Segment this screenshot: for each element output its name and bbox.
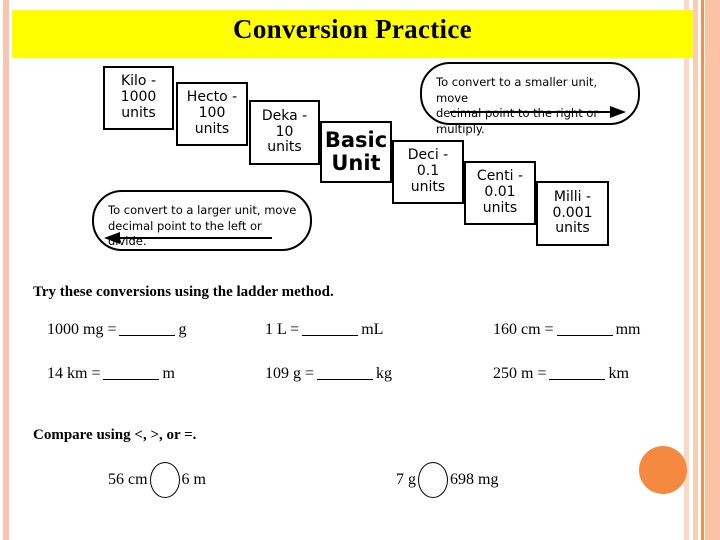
compare-item-2-answer-circle[interactable] — [418, 462, 448, 498]
compare-item-2: 7 g 698 mg — [396, 462, 498, 498]
arrow-right-icon — [450, 106, 626, 118]
ladder-step-kilo: Kilo - 1000 units — [103, 66, 174, 130]
conversion-problem-2: 1 L = mL — [265, 321, 383, 339]
conversion-problem-5: 109 g = kg — [265, 365, 392, 383]
compare-item-2-right: 698 mg — [450, 471, 499, 488]
compare-item-1: 56 cm 6 m — [108, 462, 206, 498]
conversion-problem-4-prefix: 14 km = — [47, 365, 101, 382]
slide-canvas: Conversion Practice Kilo - 1000 units He… — [0, 0, 720, 540]
compare-heading: Compare using <, >, or =. — [33, 427, 197, 443]
compare-item-2-left: 7 g — [396, 471, 416, 488]
ladder-step-deci: Deci - 0.1 units — [392, 140, 464, 204]
conversion-problem-1-suffix: g — [178, 321, 187, 338]
compare-item-1-answer-circle[interactable] — [149, 462, 180, 498]
callout-smaller-unit: To convert to a smaller unit, move decim… — [420, 62, 640, 136]
conversion-problem-2-prefix: 1 L = — [265, 321, 300, 338]
conversion-problem-1-blank[interactable] — [119, 335, 176, 336]
conversion-problem-6-prefix: 250 m = — [493, 365, 547, 382]
ladder-step-centi: Centi - 0.01 units — [464, 161, 536, 225]
arrow-left-icon — [104, 232, 272, 244]
conversion-problem-3: 160 cm = mm — [493, 321, 640, 339]
conversion-problem-3-suffix: mm — [615, 321, 641, 338]
metric-ladder-diagram: Kilo - 1000 units Hecto - 100 units Deka… — [0, 0, 720, 270]
conversion-problem-4: 14 km = m — [47, 365, 175, 383]
conversion-problem-6-blank[interactable] — [549, 379, 606, 380]
conversion-problem-5-suffix: kg — [376, 365, 393, 382]
conversion-problem-5-prefix: 109 g = — [265, 365, 315, 382]
conversion-problem-3-prefix: 160 cm = — [493, 321, 554, 338]
conversion-problem-1: 1000 mg = g — [47, 321, 186, 339]
conversion-problem-5-blank[interactable] — [317, 379, 374, 380]
ladder-step-basic-unit: Basic Unit — [320, 121, 392, 183]
ladder-step-deka: Deka - 10 units — [249, 100, 320, 165]
compare-item-1-right: 6 m — [181, 471, 206, 488]
conversion-problem-4-suffix: m — [162, 365, 175, 382]
conversion-problem-3-blank[interactable] — [556, 335, 613, 336]
conversion-problem-2-suffix: mL — [361, 321, 384, 338]
callout-larger-unit: To convert to a larger unit, move decima… — [92, 190, 312, 251]
conversions-heading: Try these conversions using the ladder m… — [33, 284, 334, 300]
ladder-step-hecto: Hecto - 100 units — [176, 82, 248, 146]
orange-dot-decoration — [639, 446, 687, 494]
conversion-problem-6-suffix: km — [608, 365, 629, 382]
conversion-problem-4-blank[interactable] — [103, 379, 160, 380]
conversion-problem-6: 250 m = km — [493, 365, 629, 383]
ladder-step-milli: Milli - 0.001 units — [536, 181, 609, 246]
conversion-problem-2-blank[interactable] — [302, 335, 359, 336]
compare-item-1-left: 56 cm — [108, 471, 148, 488]
conversion-problem-1-prefix: 1000 mg = — [47, 321, 117, 338]
